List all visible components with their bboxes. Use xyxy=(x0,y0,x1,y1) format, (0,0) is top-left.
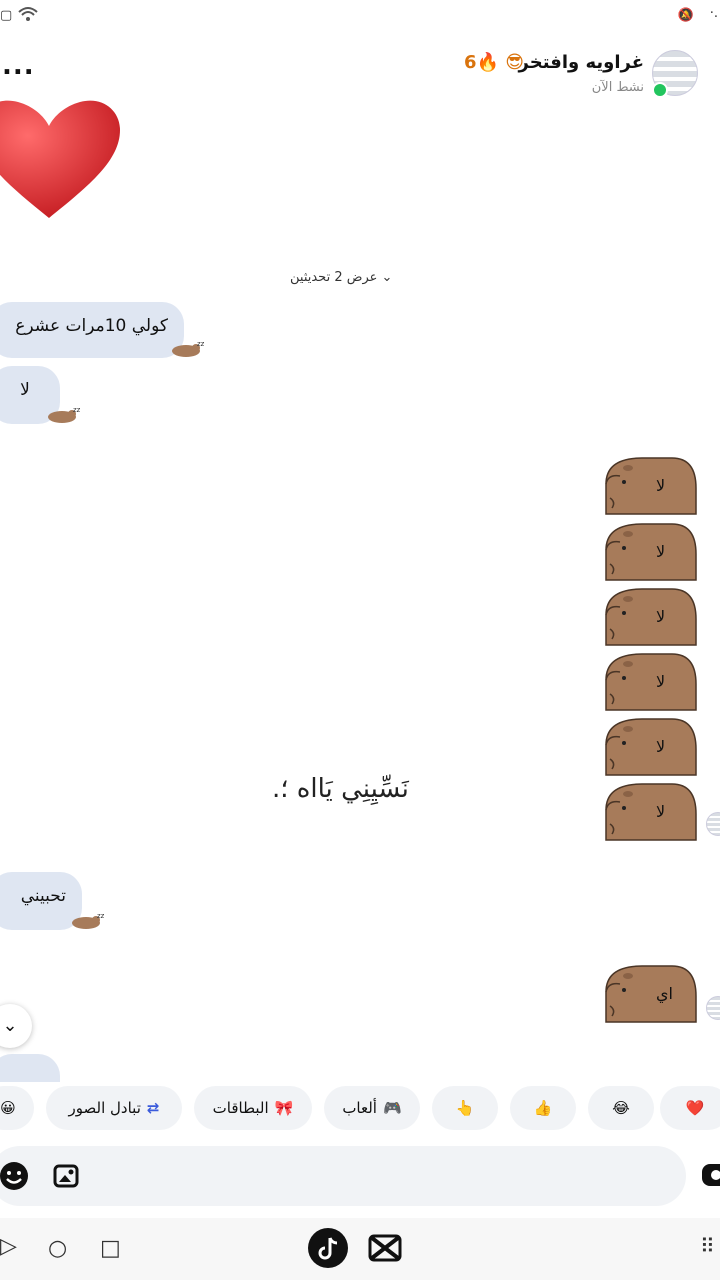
chat-header: ... 6🔥 😎 غراويه وافتخر نشط الآن xyxy=(0,40,720,104)
capybara-icon xyxy=(605,718,697,776)
chip-games[interactable]: 🎮ألعاب xyxy=(324,1086,420,1130)
capybara-icon xyxy=(605,783,697,841)
capcut-icon[interactable] xyxy=(368,1232,402,1268)
online-indicator xyxy=(652,82,668,98)
reaction-pet-icon: zz xyxy=(170,338,205,362)
chevron-down-icon: ⌄ xyxy=(2,1015,18,1036)
system-nav-bar: ▷ ○ □ ⠿ xyxy=(0,1218,720,1280)
reaction-pet-icon: zz xyxy=(46,404,81,428)
chip-laugh[interactable]: 😂 xyxy=(588,1086,654,1130)
gallery-icon[interactable] xyxy=(52,1160,84,1196)
chip-cards[interactable]: 🎀البطاقات xyxy=(194,1086,312,1130)
message-bubble-in[interactable]: كولي 10مرات عشرع xyxy=(0,302,184,358)
heart-sticker[interactable] xyxy=(0,100,120,224)
capybara-icon xyxy=(605,457,697,515)
message-bubble-in-partial[interactable] xyxy=(0,1054,60,1082)
message-input-bar[interactable] xyxy=(0,1146,686,1206)
home-circle-icon[interactable]: ○ xyxy=(48,1236,67,1261)
reaction-pet-icon: zz xyxy=(70,910,105,934)
show-replies-link[interactable]: ⌄ عرض 2 تحديثين xyxy=(290,270,392,285)
quick-actions-bar: ❤️ 😂 👍 👆 🎮ألعاب 🎀البطاقات ⇄تبادل الصور 😀 xyxy=(0,1086,720,1132)
streak-badge: 6🔥 😎 xyxy=(464,52,524,73)
emoji-icon[interactable] xyxy=(0,1160,30,1196)
capybara-sticker[interactable]: لا xyxy=(602,715,698,777)
gamepad-icon: 🎮 xyxy=(382,1099,402,1117)
more-options-button[interactable]: ... xyxy=(2,53,35,79)
contact-name[interactable]: غراويه وافتخر xyxy=(519,52,644,73)
active-status: نشط الآن xyxy=(591,80,644,95)
capybara-sticker[interactable]: لا xyxy=(602,585,698,647)
sticker-caption: لا xyxy=(656,476,666,495)
capybara-icon xyxy=(605,653,697,711)
capybara-sticker[interactable]: لا xyxy=(602,780,698,842)
tiktok-icon[interactable] xyxy=(308,1228,348,1272)
sticker-caption: لا xyxy=(656,607,666,626)
overlay-caption: نَسِّيِنِي يَااه ؛. xyxy=(272,774,409,804)
read-receipt-avatar xyxy=(706,996,720,1020)
recents-square-icon[interactable]: □ xyxy=(100,1236,121,1261)
apps-grid-icon[interactable]: ⠿ xyxy=(700,1234,715,1258)
svg-text:zz: zz xyxy=(97,912,104,920)
capybara-icon xyxy=(605,965,697,1023)
svg-text:zz: zz xyxy=(73,406,80,414)
chip-emoji[interactable]: 😀 xyxy=(0,1086,34,1130)
read-receipt-avatar xyxy=(706,812,720,836)
card-icon: 🎀 xyxy=(274,1099,294,1117)
capybara-sticker[interactable]: اي xyxy=(602,962,698,1024)
swap-icon: ⇄ xyxy=(146,1099,160,1117)
capybara-sticker[interactable]: لا xyxy=(602,454,698,516)
scroll-down-button[interactable]: ⌄ xyxy=(0,1004,32,1048)
fire-icon: 🔥 xyxy=(476,52,499,73)
capybara-sticker[interactable]: لا xyxy=(602,520,698,582)
sticker-caption: لا xyxy=(656,802,666,821)
chip-point[interactable]: 👆 xyxy=(432,1086,498,1130)
svg-text:zz: zz xyxy=(197,340,204,348)
status-time: ·. xyxy=(709,6,718,21)
battery-icon: ▢ xyxy=(0,8,13,23)
capybara-sticker[interactable]: لا xyxy=(602,650,698,712)
play-icon[interactable]: ▷ xyxy=(0,1234,17,1259)
chevron-down-icon: ⌄ xyxy=(381,270,393,285)
sticker-caption: لا xyxy=(656,737,666,756)
sticker-caption: لا xyxy=(656,542,666,561)
streak-count: 6 xyxy=(464,52,477,73)
capybara-icon xyxy=(605,588,697,646)
mute-icon: 🔕 xyxy=(677,8,694,23)
sticker-caption: لا xyxy=(656,672,666,691)
send-area-icon[interactable] xyxy=(700,1160,720,1194)
sticker-caption: اي xyxy=(656,984,673,1003)
capybara-icon xyxy=(605,523,697,581)
status-bar: ▢ 🔕 ·. xyxy=(0,0,720,36)
chip-thumbs-up[interactable]: 👍 xyxy=(510,1086,576,1130)
wifi-icon xyxy=(18,6,38,26)
chip-photo-swap[interactable]: ⇄تبادل الصور xyxy=(46,1086,182,1130)
chip-heart[interactable]: ❤️ xyxy=(660,1086,720,1130)
